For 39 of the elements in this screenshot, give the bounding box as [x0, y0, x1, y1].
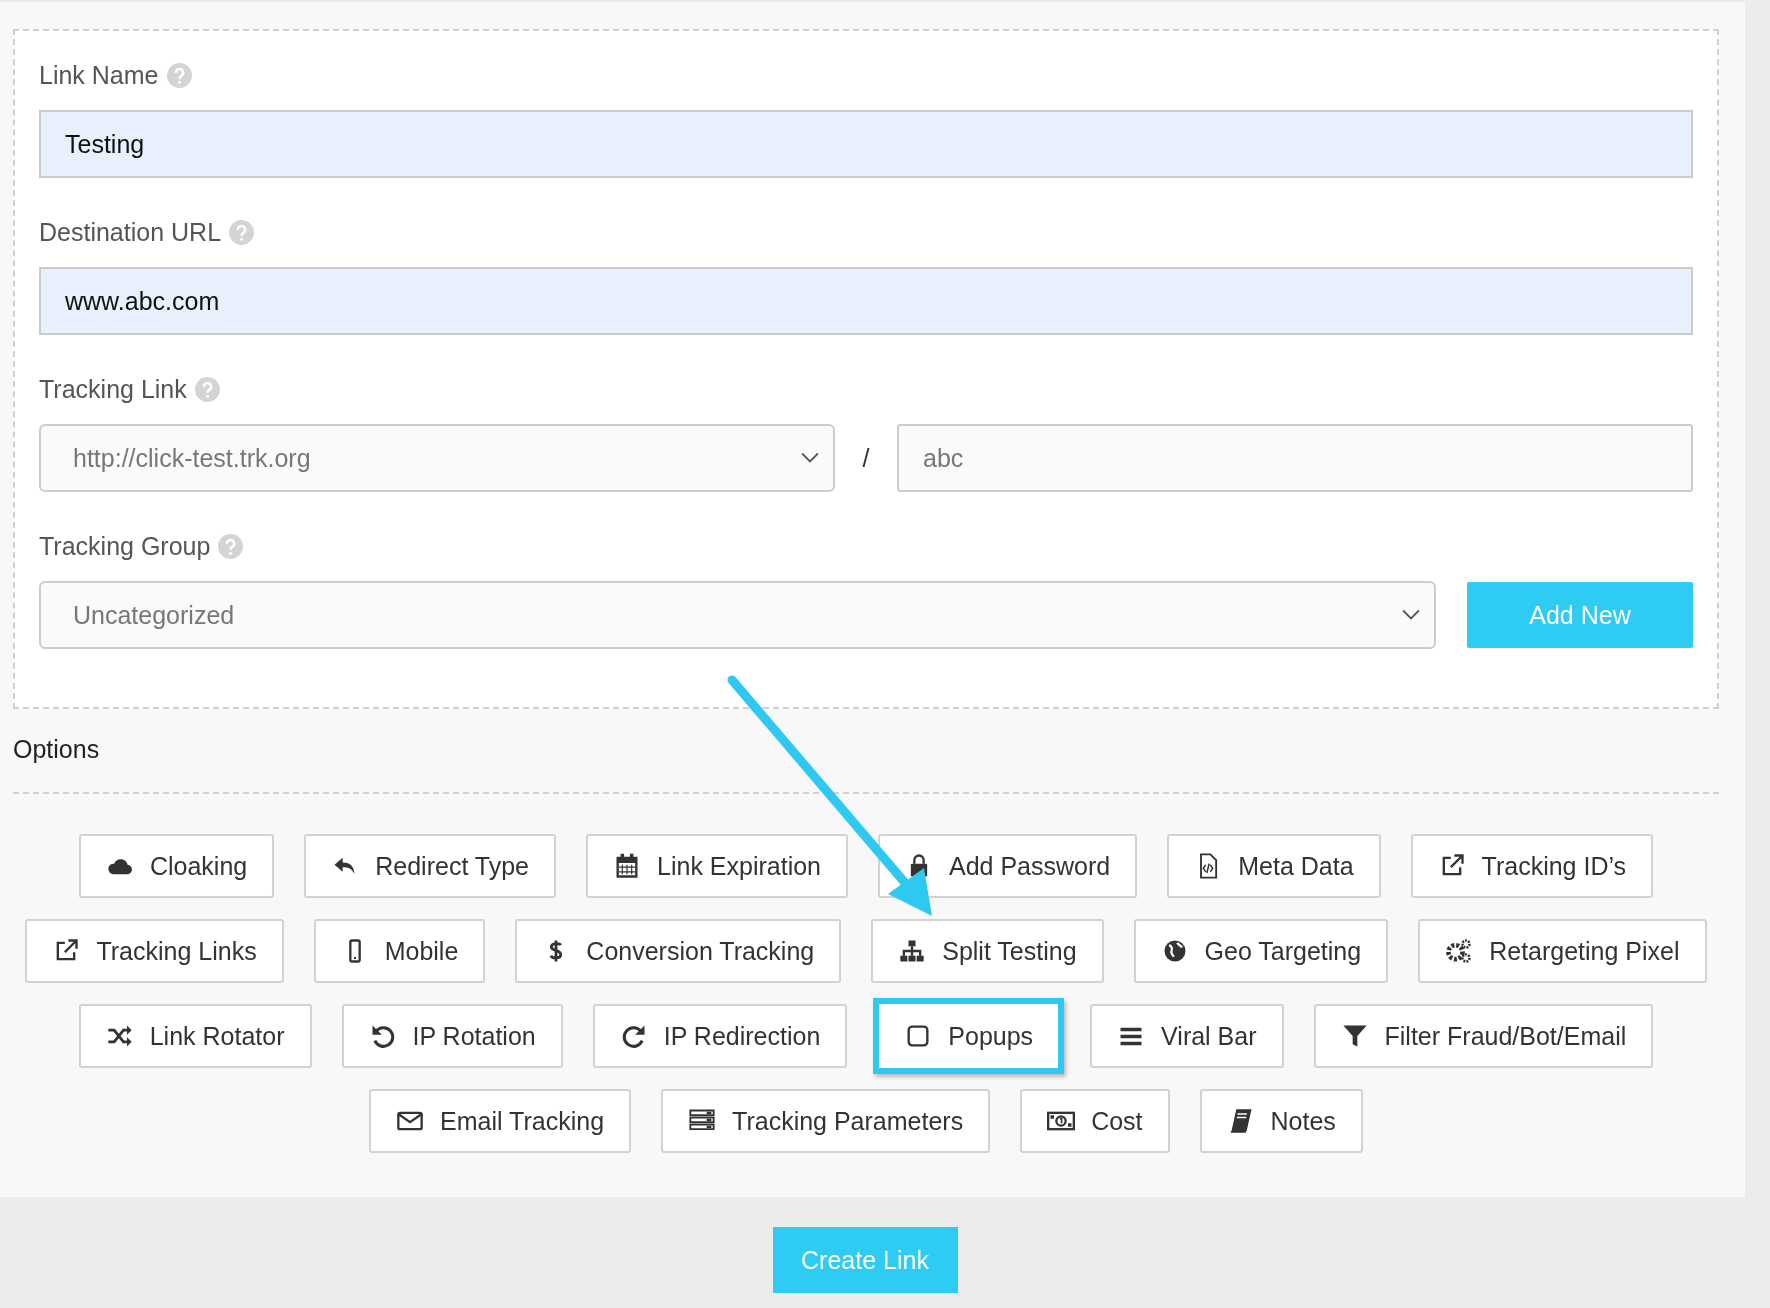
field-label: Tracking Link [39, 375, 187, 404]
option-button[interactable]: Conversion Tracking [515, 919, 842, 983]
option-button[interactable]: Retargeting Pixel [1418, 919, 1707, 983]
chevron-down-icon [1402, 609, 1420, 621]
option-button[interactable]: Geo Targeting [1133, 919, 1389, 983]
option-button[interactable]: Split Testing [871, 919, 1104, 983]
field-label: Link Name [39, 61, 159, 90]
option-button[interactable]: Add Password [878, 834, 1138, 898]
field-label: Destination URL [39, 218, 222, 247]
option-button[interactable]: Notes [1199, 1089, 1363, 1153]
option-button[interactable]: IP Redirection [592, 1004, 848, 1068]
option-button[interactable]: Email Tracking [369, 1089, 632, 1153]
text-input[interactable]: Testing [39, 110, 1693, 178]
help-icon[interactable] [229, 220, 255, 245]
chevron-down-icon [801, 452, 819, 464]
text-input[interactable]: www.abc.com [39, 267, 1693, 335]
group-select[interactable]: Uncategorized [39, 581, 1436, 649]
option-button[interactable]: Meta Data [1167, 834, 1381, 898]
option-button[interactable]: Filter Fraud/Bot/Email [1313, 1004, 1654, 1068]
field-label: Tracking Group [39, 532, 211, 561]
option-button[interactable]: Link Rotator [78, 1004, 312, 1068]
help-icon[interactable] [166, 63, 192, 88]
option-button[interactable]: Redirect Type [304, 834, 557, 898]
help-icon[interactable] [218, 534, 244, 559]
option-button[interactable]: Cloaking [78, 834, 275, 898]
option-button[interactable]: IP Rotation [341, 1004, 563, 1068]
slug-input[interactable]: abc [897, 424, 1693, 492]
help-icon[interactable] [194, 377, 220, 402]
option-button[interactable]: Cost [1020, 1089, 1170, 1153]
option-button[interactable]: Tracking Parameters [661, 1089, 991, 1153]
section-title: Options [13, 735, 101, 764]
option-button[interactable]: Popups [879, 1004, 1059, 1068]
option-button[interactable]: Mobile [313, 919, 486, 983]
option-button[interactable]: Viral Bar [1090, 1004, 1284, 1068]
separator: / [861, 443, 871, 473]
option-button[interactable]: Link Expiration [586, 834, 848, 898]
option-button[interactable]: Tracking Links [25, 919, 284, 983]
domain-select[interactable]: http://click-test.trk.org [39, 424, 835, 492]
option-button[interactable]: Tracking ID’s [1410, 834, 1654, 898]
